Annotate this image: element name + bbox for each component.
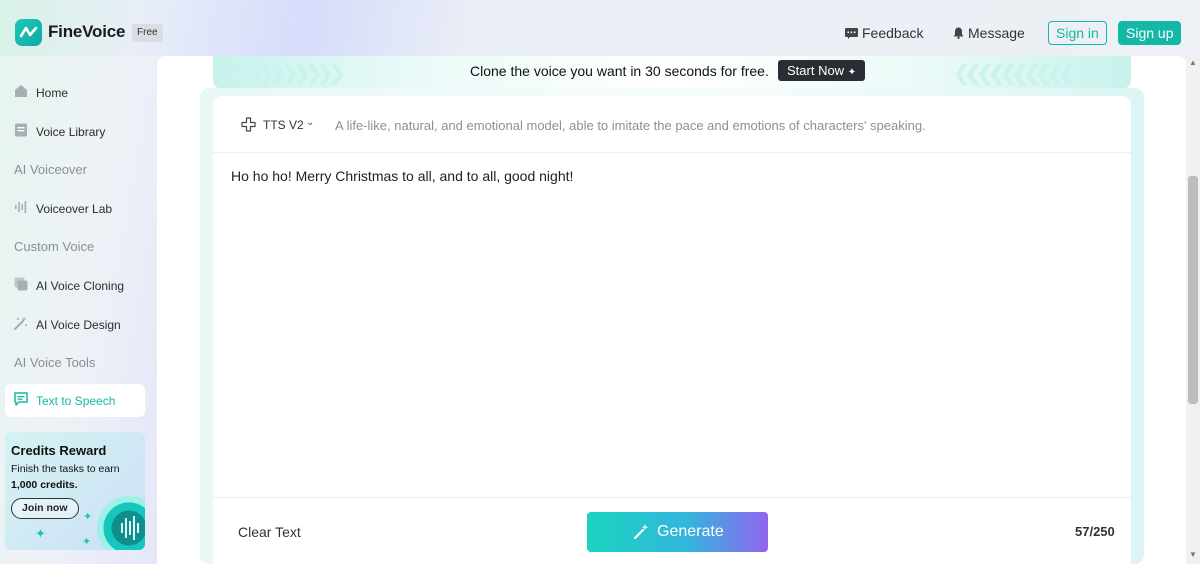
clear-text-button[interactable]: Clear Text <box>238 524 301 540</box>
chevron-down-icon: ⌄ <box>306 117 315 128</box>
sign-up-button[interactable]: Sign up <box>1118 21 1182 45</box>
promo-banner: ❯❯❯❯❯❯❯❯❯❯ ❮❮❮❮❮❮❮❮❮❮ Clone the voice yo… <box>213 56 1131 89</box>
chevrons-decoration-icon: ❮❮❮❮❮❮❮❮❮❮ <box>953 63 1076 85</box>
text-input[interactable]: Ho ho ho! Merry Christmas to all, and to… <box>231 168 1111 488</box>
section-custom-voice: Custom Voice <box>14 239 95 254</box>
join-now-button[interactable]: Join now <box>11 498 79 519</box>
section-ai-voiceover: AI Voiceover <box>14 162 87 177</box>
voice-orb-icon <box>97 496 145 550</box>
feedback-link[interactable]: Feedback <box>845 25 923 42</box>
credits-description: Finish the tasks to earn 1,000 credits. <box>11 461 139 493</box>
generate-button[interactable]: Generate <box>587 512 768 552</box>
sidebar-item-label: Home <box>36 86 69 100</box>
sparkle-icon: ✦ <box>82 536 92 548</box>
page-scrollbar[interactable]: ▲ ▼ <box>1186 56 1200 564</box>
message-link[interactable]: Message <box>953 25 1025 42</box>
sidebar-item-label: AI Voice Cloning <box>36 279 125 293</box>
promo-text: Clone the voice you want in 30 seconds f… <box>470 63 769 79</box>
credits-desc-text: Finish the tasks to earn <box>11 463 120 475</box>
clone-icon <box>14 277 28 291</box>
sparkle-icon: ✦ <box>847 67 857 78</box>
magic-wand-icon <box>14 316 28 330</box>
credits-title: Credits Reward <box>11 443 107 458</box>
brand-name[interactable]: FineVoice <box>48 22 125 42</box>
credits-amount: 1,000 credits. <box>11 479 78 491</box>
chevrons-decoration-icon: ❯❯❯❯❯❯❯❯❯❯ <box>223 63 346 85</box>
start-now-button[interactable]: Start Now ✦ <box>778 60 866 81</box>
sidebar-item-label: Text to Speech <box>36 394 116 408</box>
waveform-icon <box>14 200 28 214</box>
scroll-down-arrow-icon[interactable]: ▼ <box>1189 550 1197 559</box>
message-label: Message <box>968 25 1025 41</box>
divider <box>213 152 1131 153</box>
section-ai-voice-tools: AI Voice Tools <box>14 355 96 370</box>
credits-reward-card: Credits Reward Finish the tasks to earn … <box>5 432 145 550</box>
feedback-icon <box>845 26 858 42</box>
bell-icon <box>953 26 964 42</box>
sign-in-button[interactable]: Sign in <box>1048 21 1107 45</box>
generate-label: Generate <box>657 523 724 540</box>
sidebar-item-label: AI Voice Design <box>36 318 121 332</box>
feedback-label: Feedback <box>862 25 924 41</box>
sparkle-icon: ✦ <box>35 526 46 541</box>
sidebar-item-label: Voiceover Lab <box>36 202 113 216</box>
divider <box>213 497 1131 498</box>
finevoice-logo-icon[interactable] <box>15 19 42 46</box>
home-icon <box>14 84 28 98</box>
sparkle-icon: ✦ <box>83 511 93 523</box>
sidebar-item-label: Voice Library <box>36 125 106 139</box>
model-label: TTS V2 <box>263 118 304 132</box>
magic-wand-icon <box>633 523 650 545</box>
model-icon <box>241 117 256 135</box>
scroll-up-arrow-icon[interactable]: ▲ <box>1189 58 1197 67</box>
character-count: 57/250 <box>1075 524 1115 539</box>
library-icon <box>14 123 28 137</box>
top-bar: FineVoice Free Feedback Message Sign in … <box>0 0 1186 56</box>
chat-icon <box>14 392 28 406</box>
start-now-label: Start Now <box>787 63 845 78</box>
plan-badge: Free <box>132 24 163 42</box>
scrollbar-thumb[interactable] <box>1188 176 1198 404</box>
model-description: A life-like, natural, and emotional mode… <box>335 118 926 133</box>
